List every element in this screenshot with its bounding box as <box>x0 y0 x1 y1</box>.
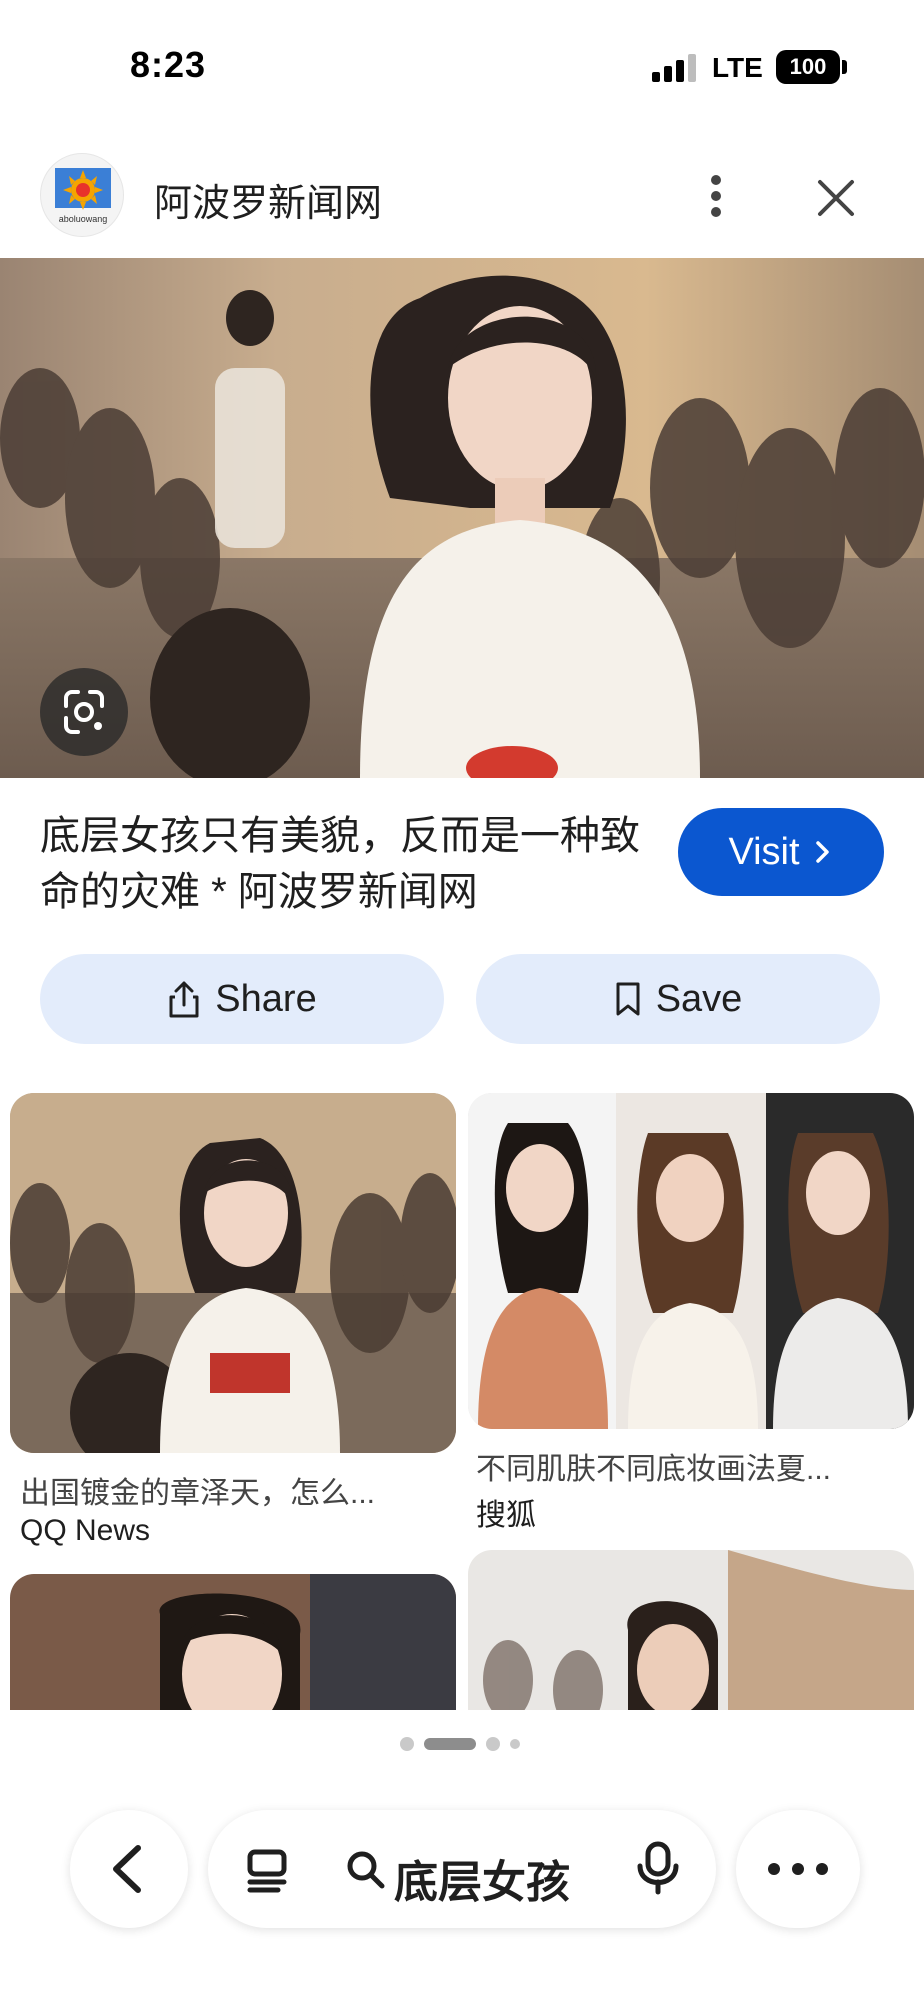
share-button[interactable]: Share <box>40 954 444 1044</box>
battery-icon: 100 <box>776 50 840 84</box>
related-image-1[interactable] <box>10 1093 456 1453</box>
save-button[interactable]: Save <box>476 954 880 1044</box>
related-source-2: 搜狐 <box>476 1499 536 1532</box>
share-icon <box>169 981 199 1018</box>
chevron-right-icon <box>815 841 829 863</box>
save-label: Save <box>655 977 743 1020</box>
sun-icon <box>55 168 111 210</box>
microphone-icon[interactable] <box>632 1838 684 1898</box>
related-title-2[interactable]: 不同肌肤不同底妆画法夏... <box>476 1444 831 1488</box>
related-image-3[interactable] <box>10 1574 456 1710</box>
visit-label: Visit <box>728 830 800 873</box>
search-bar[interactable]: 底层女孩 <box>208 1810 716 1928</box>
related-photo-3 <box>10 1574 456 1710</box>
related-photo-1 <box>10 1093 456 1453</box>
status-bar: 8:23 LTE 100 <box>0 0 924 120</box>
related-image-2[interactable] <box>468 1093 914 1429</box>
visit-button[interactable]: Visit <box>678 808 884 896</box>
main-photo <box>0 258 924 778</box>
tabs-list-icon <box>247 1849 287 1893</box>
share-label: Share <box>215 977 317 1020</box>
related-photo-2 <box>468 1093 914 1429</box>
status-time: 8:23 <box>130 44 207 85</box>
more-vert-icon <box>711 175 721 217</box>
close-button[interactable] <box>808 170 864 226</box>
more-options-button[interactable] <box>690 170 742 222</box>
site-name[interactable]: 阿波罗新闻网 <box>154 172 382 227</box>
related-title-1[interactable]: 出国镀金的章泽天，怎么... <box>20 1468 375 1512</box>
viewer-header: aboluowang 阿波罗新闻网 <box>0 150 924 260</box>
related-source-1: QQ News <box>20 1514 151 1547</box>
back-button[interactable] <box>70 1810 188 1928</box>
lens-icon <box>64 690 104 734</box>
close-icon <box>818 180 854 216</box>
more-menu-button[interactable] <box>736 1810 860 1928</box>
site-logo[interactable]: aboluowang <box>40 153 124 237</box>
main-image[interactable] <box>0 258 924 778</box>
page-dot <box>400 1737 414 1751</box>
search-icon <box>347 1851 385 1889</box>
bottom-toolbar: 底层女孩 <box>0 1800 924 1940</box>
battery-tip <box>842 60 847 74</box>
page-dot <box>486 1737 500 1751</box>
network-type: LTE <box>712 52 763 83</box>
bookmark-icon <box>616 982 640 1016</box>
search-query: 底层女孩 <box>394 1858 570 1907</box>
result-title[interactable]: 底层女孩只有美貌，反而是一种致命的灾难 * 阿波罗新闻网 <box>40 808 640 920</box>
logo-text: aboluowang <box>58 214 108 224</box>
more-horiz-icon <box>768 1863 828 1875</box>
google-lens-button[interactable] <box>40 668 128 756</box>
page-dot <box>510 1739 520 1749</box>
chevron-left-icon <box>113 1845 141 1893</box>
related-photo-4 <box>468 1550 914 1710</box>
signal-icon <box>652 52 698 82</box>
page-indicator <box>0 1734 924 1754</box>
related-image-4[interactable] <box>468 1550 914 1710</box>
page-dot-active <box>424 1738 476 1750</box>
